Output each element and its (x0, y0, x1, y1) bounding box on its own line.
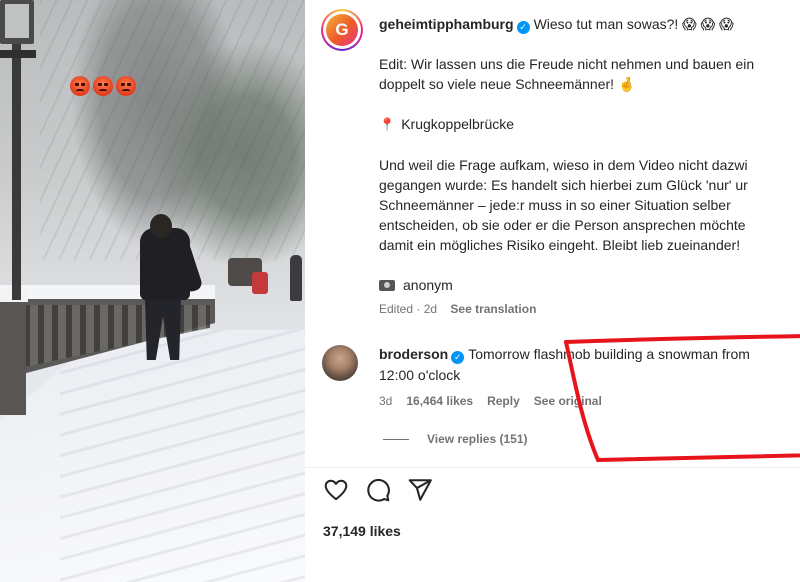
edited-label: Edited · 2d (379, 302, 438, 316)
caption-credit: anonym (403, 277, 453, 293)
footprints (60, 330, 305, 582)
post-panel: G geheimtipphamburg ✓ Wieso tut man sowas?… (305, 0, 800, 582)
video-player[interactable] (0, 0, 305, 582)
overlay-emojis (70, 76, 139, 101)
action-bar (323, 477, 433, 503)
caption-body-line: damit ein mögliches Risiko eingeht. Blei… (379, 237, 741, 253)
location-pin-icon: 📍 (379, 117, 396, 132)
actions-divider (305, 467, 800, 468)
see-translation-link[interactable]: See translation (450, 302, 536, 316)
walking-person-head (150, 214, 172, 238)
comment-line: 12:00 o'clock (379, 367, 461, 383)
see-original-link[interactable]: See original (534, 394, 602, 408)
verified-icon: ✓ (516, 21, 530, 34)
post-meta: Edited · 2d See translation (379, 302, 536, 316)
view-replies-button[interactable]: View replies (151) (383, 432, 528, 446)
comment-text: broderson ✓ Tomorrow flashmob building a s… (379, 344, 799, 386)
street-lamp-glass (5, 4, 29, 38)
angry-face-icon (93, 76, 113, 96)
street-lamp-pole (12, 0, 21, 300)
caption-location: Krugkoppelbrücke (401, 116, 515, 132)
commenter-avatar[interactable] (322, 345, 358, 381)
caption-title: Wieso tut man sowas?! 😱 😱 😱 (533, 16, 734, 32)
camera-icon (379, 280, 395, 291)
background-person (290, 255, 302, 301)
replies-divider (383, 438, 409, 440)
railing-post (0, 295, 26, 415)
background-red-object (252, 272, 268, 294)
comment-icon[interactable] (365, 477, 391, 503)
comment-likes[interactable]: 16,464 likes (406, 394, 473, 408)
reply-button[interactable]: Reply (487, 394, 520, 408)
caption-body-line: Und weil die Frage aufkam, wieso in dem … (379, 157, 748, 173)
post-caption: geheimtipphamburg ✓ Wieso tut man sowas?! … (379, 14, 800, 295)
caption-edit-line: Edit: Wir lassen uns die Freude nicht ne… (379, 56, 755, 72)
angry-face-icon (116, 76, 136, 96)
share-icon[interactable] (407, 477, 433, 503)
post-likes-count[interactable]: 37,149 likes (323, 523, 401, 539)
caption-body-line: gegangen wurde: Es handelt sich hierbei … (379, 177, 748, 193)
brand-logo-icon: G (326, 14, 358, 46)
street-lamp-base (0, 50, 36, 58)
comment-line: Tomorrow flashmob building a snowman fro… (468, 346, 750, 362)
caption-body-line: Schneemänner – jede:r muss in so einer S… (379, 197, 731, 213)
commenter-username[interactable]: broderson (379, 346, 448, 362)
author-avatar[interactable]: G (321, 9, 363, 51)
author-username[interactable]: geheimtipphamburg (379, 16, 514, 32)
heart-icon[interactable] (323, 477, 349, 503)
comment-meta: 3d 16,464 likes Reply See original (379, 394, 602, 408)
angry-face-icon (70, 76, 90, 96)
tree-branches (40, 0, 305, 260)
comment-age: 3d (379, 394, 393, 408)
verified-icon: ✓ (451, 351, 465, 364)
caption-body-line: entscheiden, ob sie oder er die Person a… (379, 217, 746, 233)
view-replies-label: View replies (151) (427, 432, 528, 446)
caption-edit-line: doppelt so viele neue Schneemänner! 🤞 (379, 76, 636, 92)
